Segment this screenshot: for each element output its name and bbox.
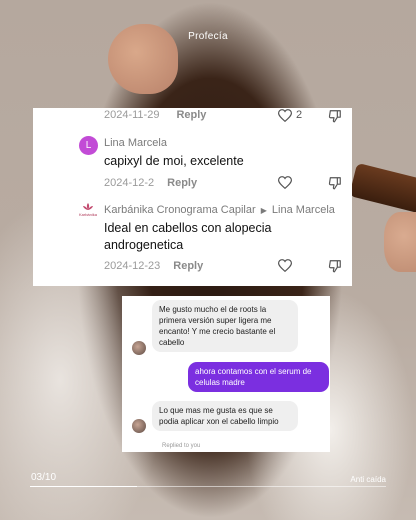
message-bubble-received: Lo que mas me gusta es que se podia apli… xyxy=(152,401,298,431)
message-bubble-received: Me gusto mucho el de roots la primera ve… xyxy=(152,300,298,352)
message-line: ahora contamos con el serum de xyxy=(195,367,312,376)
comments-card: 2024-11-29 Reply 2 L Lina Marcela capixy… xyxy=(33,108,352,286)
comment-date: 2024-12-2 xyxy=(104,177,155,189)
message-line: celulas madre xyxy=(195,378,245,387)
comment-text-line: androgenetica xyxy=(104,238,184,252)
replied-label: Replied to you xyxy=(162,443,201,449)
message-line: encanto! Y me crecio bastante el xyxy=(159,327,276,336)
comment-meta-row: 2024-12-23 Reply xyxy=(104,260,203,272)
chat-card: Me gusto mucho el de roots la primera ve… xyxy=(122,296,330,452)
comment-date: 2024-12-23 xyxy=(104,260,161,272)
comment-text: capixyl de moi, excelente xyxy=(104,154,244,168)
reply-arrow-icon: ▶ xyxy=(260,206,267,215)
sender-avatar[interactable] xyxy=(132,419,146,433)
message-line: Lo que mas me gusta es que se xyxy=(159,406,273,415)
comment-author[interactable]: Lina Marcela xyxy=(104,137,167,149)
heart-outline-icon[interactable] xyxy=(277,176,293,194)
comment-date: 2024-11-29 xyxy=(104,109,160,121)
heart-outline-icon[interactable] xyxy=(277,109,293,127)
lotus-logo-icon xyxy=(83,203,93,210)
comment-text-line: Ideal en cabellos con alopecia xyxy=(104,221,272,235)
message-line: primera versión super ligera me xyxy=(159,316,272,325)
progress-fill xyxy=(30,486,137,487)
thumbs-down-outline-icon[interactable] xyxy=(328,259,342,278)
slide-label: Anti caída xyxy=(350,475,386,484)
comment-author[interactable]: Karbánika Cronograma Capilar xyxy=(104,204,256,216)
comment-meta-row: 2024-12-2 Reply xyxy=(104,177,197,189)
message-line: cabello xyxy=(159,338,185,347)
reply-button[interactable]: Reply xyxy=(167,177,197,189)
like-count: 2 xyxy=(296,109,303,121)
avatar[interactable]: L xyxy=(79,136,98,155)
heart-outline-icon[interactable] xyxy=(277,259,293,277)
thumbs-down-outline-icon[interactable] xyxy=(328,109,342,128)
brand-avatar[interactable]: Karbánika xyxy=(77,202,99,222)
slide-counter: 03/10 xyxy=(31,472,57,483)
reply-button[interactable]: Reply xyxy=(173,260,203,272)
message-bubble-sent: ahora contamos con el serum de celulas m… xyxy=(188,362,329,392)
comment-meta-row: 2024-11-29 Reply xyxy=(104,109,206,121)
brand-avatar-text: Karbánika xyxy=(78,212,97,217)
reply-to-author[interactable]: Lina Marcela xyxy=(272,204,335,216)
message-line: podia aplicar xon el cabello limpio xyxy=(159,417,279,426)
message-line: Me gusto mucho el de roots la xyxy=(159,305,267,314)
hand-holding-bottle xyxy=(384,212,416,272)
thumbs-down-outline-icon[interactable] xyxy=(328,176,342,195)
profile-name[interactable]: Profecía xyxy=(0,31,416,42)
progress-bar xyxy=(30,486,386,487)
comment-author-line: Karbánika Cronograma Capilar ▶ Lina Marc… xyxy=(104,204,335,216)
reply-button[interactable]: Reply xyxy=(176,109,206,121)
sender-avatar[interactable] xyxy=(132,341,146,355)
